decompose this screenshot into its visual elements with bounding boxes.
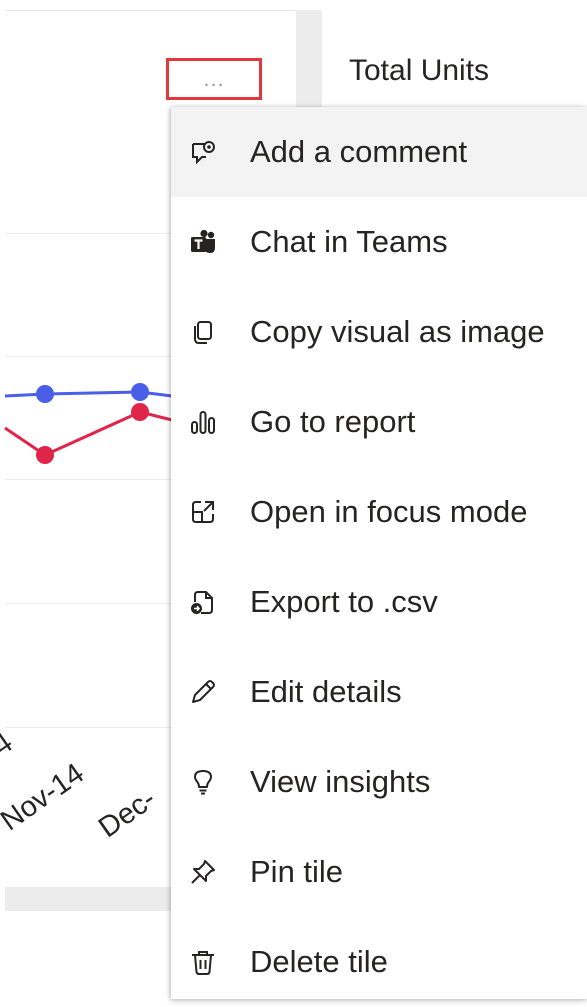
series-line-red	[4, 410, 173, 457]
menu-item-add-comment[interactable]: Add a comment	[171, 107, 587, 197]
pin-icon	[189, 858, 217, 886]
series-point-red	[36, 446, 54, 464]
menu-item-label: Chat in Teams	[250, 224, 448, 259]
pencil-icon	[189, 678, 217, 706]
menu-item-focus-mode[interactable]: Open in focus mode	[171, 467, 587, 557]
menu-item-export-csv[interactable]: Export to .csv	[171, 557, 587, 647]
export-icon	[189, 588, 217, 616]
menu-item-label: Go to report	[250, 404, 416, 439]
menu-item-label: Open in focus mode	[250, 494, 528, 529]
lightbulb-icon	[189, 768, 217, 796]
copy-icon	[189, 318, 217, 346]
menu-item-edit-details[interactable]: Edit details	[171, 647, 587, 737]
trash-icon	[189, 948, 217, 976]
tile-context-menu: Add a comment Chat in Teams Copy visual …	[171, 107, 587, 999]
focus-mode-icon	[189, 498, 217, 526]
menu-item-label: Copy visual as image	[250, 314, 545, 349]
menu-item-pin-tile[interactable]: Pin tile	[171, 827, 587, 917]
teams-icon	[189, 228, 217, 256]
menu-item-label: View insights	[250, 764, 431, 799]
menu-item-label: Export to .csv	[250, 584, 438, 619]
menu-item-label: Edit details	[250, 674, 402, 709]
menu-item-copy-visual[interactable]: Copy visual as image	[171, 287, 587, 377]
tile-title: Total Units	[349, 54, 490, 87]
more-options-button[interactable]: ...	[166, 58, 262, 100]
series-point-blue	[131, 383, 149, 401]
menu-item-view-insights[interactable]: View insights	[171, 737, 587, 827]
report-icon	[189, 408, 217, 436]
menu-item-chat-in-teams[interactable]: Chat in Teams	[171, 197, 587, 287]
menu-item-label: Pin tile	[250, 854, 344, 889]
menu-item-delete-tile[interactable]: Delete tile	[171, 917, 587, 1007]
menu-item-label: Add a comment	[250, 134, 468, 169]
comment-icon	[189, 138, 217, 166]
menu-item-go-to-report[interactable]: Go to report	[171, 377, 587, 467]
series-point-blue	[36, 385, 54, 403]
menu-item-label: Delete tile	[250, 944, 388, 979]
series-point-red	[131, 403, 149, 421]
